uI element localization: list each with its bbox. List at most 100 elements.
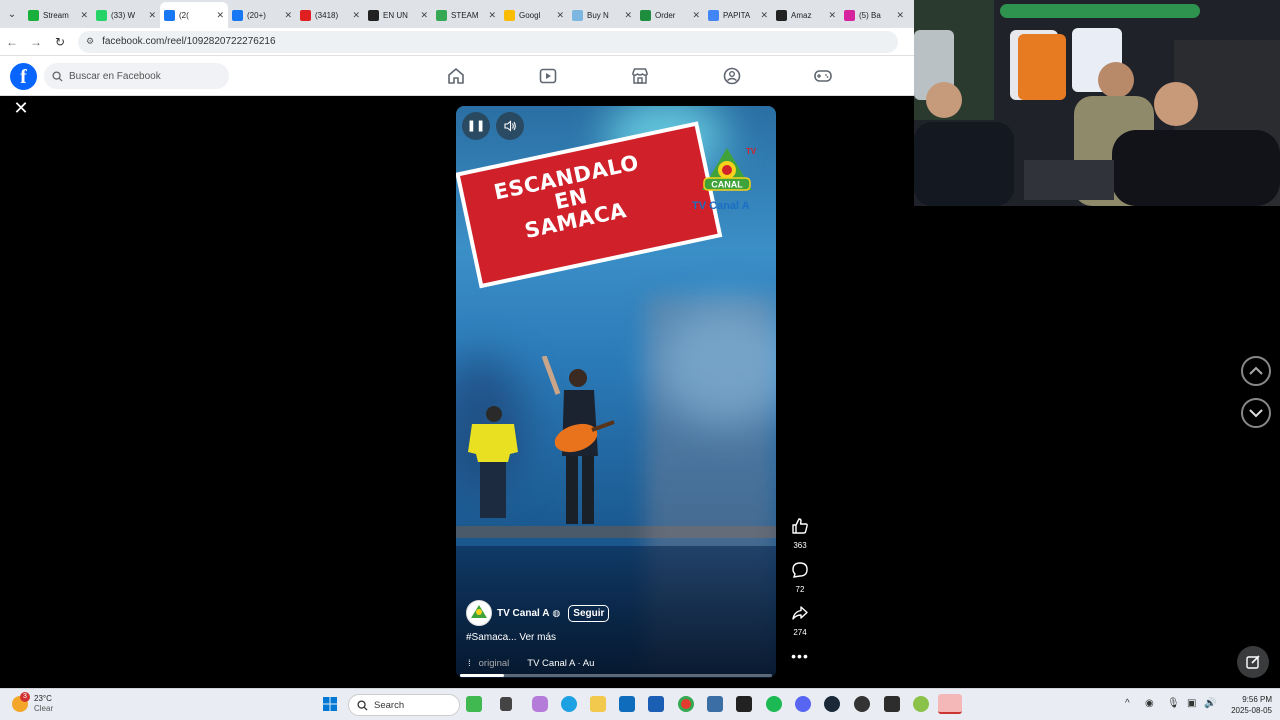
tab-close-icon[interactable]: ✕ xyxy=(692,10,700,21)
clock-date: 2025-08-05 xyxy=(1231,706,1272,715)
comment-action[interactable]: 72 xyxy=(788,561,812,594)
weather-icon: 3 xyxy=(12,692,30,712)
edge-icon[interactable] xyxy=(561,696,577,712)
reload-icon[interactable]: ↻ xyxy=(48,35,72,49)
author-name[interactable]: TV Canal A xyxy=(497,608,549,619)
active-app-icon[interactable] xyxy=(938,694,962,714)
video-icon[interactable] xyxy=(538,66,558,86)
gaming-icon[interactable] xyxy=(813,66,833,86)
home-icon[interactable] xyxy=(446,66,466,86)
groups-icon[interactable] xyxy=(722,66,742,86)
tab-favicon-icon xyxy=(232,9,243,21)
canal-logo-tv: TV xyxy=(746,147,757,156)
tab-close-icon[interactable]: ✕ xyxy=(352,10,360,21)
spotify-icon[interactable] xyxy=(766,696,782,712)
reel-video[interactable]: ESCANDALO EN SAMACA CANAL TV TV Canal A … xyxy=(456,106,776,678)
like-count: 363 xyxy=(793,541,807,550)
browser-tab[interactable]: Stream ✕ xyxy=(24,2,92,28)
tray-app-icon[interactable]: ◉ xyxy=(1145,698,1154,709)
browser-tab[interactable]: Googl ✕ xyxy=(500,2,568,28)
vpn-icon[interactable] xyxy=(707,696,723,712)
browser-tab[interactable]: Buy N ✕ xyxy=(568,2,636,28)
browser-tab[interactable]: (2(✕ xyxy=(160,2,228,28)
tray-overflow-icon[interactable]: ^ xyxy=(1125,698,1130,709)
next-reel-button[interactable] xyxy=(1241,398,1271,428)
search-placeholder: Buscar en Facebook xyxy=(69,70,161,82)
browser-tab[interactable]: EN UN ✕ xyxy=(364,2,432,28)
tab-close-icon[interactable]: ✕ xyxy=(828,10,836,21)
tab-favicon-icon xyxy=(708,9,719,21)
audio-wave-icon: ⁞ xyxy=(468,658,471,669)
volume-icon[interactable] xyxy=(496,112,524,140)
browser-tab[interactable]: (3418) ✕ xyxy=(296,2,364,28)
tab-search-button[interactable]: ⌄ xyxy=(0,0,24,28)
store-icon[interactable] xyxy=(648,696,664,712)
taskbar-clock[interactable]: 9:56 PM 2025-08-05 xyxy=(1226,694,1272,716)
browser-tab[interactable]: (33) W ✕ xyxy=(92,2,160,28)
facebook-search-input[interactable]: Buscar en Facebook xyxy=(44,63,229,89)
browser-tab[interactable]: PAPITA ✕ xyxy=(704,2,772,28)
close-icon[interactable]: ✕ xyxy=(13,99,29,117)
tab-close-icon[interactable]: ✕ xyxy=(80,10,88,21)
terminal-icon[interactable] xyxy=(884,696,900,712)
network-icon[interactable]: ▣ xyxy=(1187,698,1196,709)
tab-close-icon[interactable]: ✕ xyxy=(284,10,292,21)
copilot-icon[interactable] xyxy=(532,696,548,712)
browser-tab[interactable]: STEAM ✕ xyxy=(432,2,500,28)
previous-reel-button[interactable] xyxy=(1241,356,1271,386)
tab-close-icon[interactable]: ✕ xyxy=(420,10,428,21)
video-progress-fill xyxy=(460,674,504,677)
widgets-icon[interactable] xyxy=(466,696,482,712)
tab-close-icon[interactable]: ✕ xyxy=(488,10,496,21)
browser-tab[interactable]: (5) Ba ✕ xyxy=(840,2,908,28)
share-action[interactable]: 274 xyxy=(788,604,812,637)
author-avatar[interactable] xyxy=(466,600,492,626)
tab-title: Amaz xyxy=(791,10,812,20)
tab-close-icon[interactable]: ✕ xyxy=(896,10,904,21)
weather-widget[interactable]: 3 23°C Clear xyxy=(12,692,53,714)
obs-icon[interactable] xyxy=(854,696,870,712)
browser-tab[interactable]: Order ✕ xyxy=(636,2,704,28)
browser-tab[interactable]: (20+) ✕ xyxy=(228,2,296,28)
more-options-icon[interactable]: ••• xyxy=(788,648,812,664)
file-explorer-icon[interactable] xyxy=(590,696,606,712)
new-message-button[interactable] xyxy=(1237,646,1269,678)
tab-title: (33) W xyxy=(111,10,135,20)
tab-title: Buy N xyxy=(587,10,609,20)
chrome-icon[interactable] xyxy=(678,696,694,712)
pause-icon[interactable]: ❚❚ xyxy=(462,112,490,140)
tab-close-icon[interactable]: ✕ xyxy=(148,10,156,21)
forward-icon[interactable]: → xyxy=(24,35,48,49)
tab-close-icon[interactable]: ✕ xyxy=(556,10,564,21)
url-field[interactable]: ⚙ facebook.com/reel/1092820722276216 xyxy=(78,30,898,53)
facebook-logo[interactable]: f xyxy=(10,63,37,90)
tab-close-icon[interactable]: ✕ xyxy=(216,10,224,21)
follow-button[interactable]: Seguir xyxy=(568,604,610,622)
video-progress-bar[interactable] xyxy=(460,674,772,677)
microphone-icon[interactable]: 🎙 xyxy=(1167,698,1180,709)
tab-favicon-icon xyxy=(164,9,175,21)
app-grid-icon[interactable] xyxy=(736,696,752,712)
site-info-icon[interactable]: ⚙ xyxy=(86,36,94,47)
canal-a-logo: CANAL TV xyxy=(702,147,757,191)
taskbar-search[interactable]: Search xyxy=(348,694,460,716)
discord-icon[interactable] xyxy=(795,696,811,712)
task-view-icon[interactable] xyxy=(500,697,512,711)
browser-tab[interactable]: Amaz ✕ xyxy=(772,2,840,28)
tab-close-icon[interactable]: ✕ xyxy=(760,10,768,21)
speaker-icon[interactable]: 🔊 xyxy=(1204,698,1216,709)
chevron-up-icon xyxy=(1249,366,1263,375)
reel-caption[interactable]: #Samaca... Ver más xyxy=(466,632,556,643)
tab-close-icon[interactable]: ✕ xyxy=(624,10,632,21)
windows-start-icon[interactable] xyxy=(322,696,338,712)
back-icon[interactable]: ← xyxy=(0,35,24,49)
outlook-icon[interactable] xyxy=(619,696,635,712)
reel-audio[interactable]: ⁞ original TV Canal A · Au xyxy=(468,658,594,669)
search-icon xyxy=(52,70,63,82)
app-icon[interactable] xyxy=(913,696,929,712)
marketplace-icon[interactable] xyxy=(630,66,650,86)
steam-icon[interactable] xyxy=(824,696,840,712)
tab-favicon-icon xyxy=(368,9,379,21)
comment-icon xyxy=(792,562,808,578)
like-action[interactable]: 363 xyxy=(788,517,812,550)
